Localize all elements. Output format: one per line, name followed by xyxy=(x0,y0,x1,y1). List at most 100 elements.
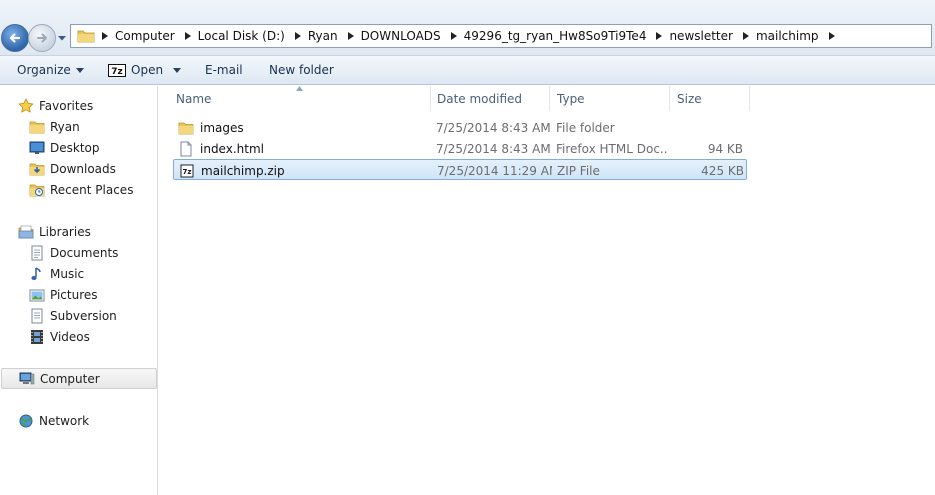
breadcrumb-item[interactable]: newsletter xyxy=(667,29,738,43)
nav-item-label: Pictures xyxy=(50,287,98,302)
breadcrumb-item[interactable]: DOWNLOADS xyxy=(359,29,446,43)
file-size: 425 KB xyxy=(701,163,744,178)
email-button[interactable]: E-mail xyxy=(205,56,243,85)
file-name-cell: images xyxy=(178,117,428,138)
nav-item-downloads[interactable]: Downloads xyxy=(29,158,116,179)
file-type: File folder xyxy=(556,120,615,135)
breadcrumb-separator[interactable] xyxy=(97,25,113,47)
back-arrow-icon xyxy=(9,33,21,43)
open-label: Open xyxy=(131,63,164,77)
nav-computer-label: Computer xyxy=(40,371,100,386)
file-date: 7/25/2014 8:43 AM xyxy=(436,141,551,156)
nav-item-label: Subversion xyxy=(50,308,117,323)
file-name-cell: 7z mailchimp.zip xyxy=(179,160,429,181)
chevron-down-icon xyxy=(75,67,84,73)
html-file-icon xyxy=(180,141,192,156)
folder-icon xyxy=(29,121,45,133)
nav-item-pictures[interactable]: Pictures xyxy=(29,284,98,305)
nav-item-music[interactable]: Music xyxy=(29,263,84,284)
column-date-label: Date modified xyxy=(437,91,523,106)
nav-item-label: Documents xyxy=(50,245,119,260)
address-path[interactable]: Computer Local Disk (D:) Ryan DOWNLOADS 4929… xyxy=(70,24,932,48)
nav-favorites[interactable]: Favorites xyxy=(18,95,93,116)
organize-button[interactable]: Organize xyxy=(17,56,84,85)
downloads-folder-icon xyxy=(29,163,45,175)
nav-libraries[interactable]: Libraries xyxy=(18,221,91,242)
nav-item-desktop[interactable]: Desktop xyxy=(29,137,100,158)
navigation-pane: Favorites Ryan Desktop Downloads Recent … xyxy=(0,86,158,495)
breadcrumb-item[interactable]: Computer xyxy=(113,29,180,43)
chevron-right-icon xyxy=(294,32,301,40)
chevron-right-icon xyxy=(828,32,835,40)
sort-ascending-icon xyxy=(296,86,303,91)
chevron-down-icon xyxy=(173,67,182,73)
chevron-right-icon xyxy=(347,32,354,40)
organize-label: Organize xyxy=(17,63,71,77)
nav-item-videos[interactable]: Videos xyxy=(29,326,90,347)
email-label: E-mail xyxy=(205,63,243,77)
file-size: 94 KB xyxy=(707,141,743,156)
breadcrumb-item[interactable]: mailchimp xyxy=(754,29,824,43)
file-name-cell: index.html xyxy=(178,138,428,159)
column-type-label: Type xyxy=(557,91,585,106)
nav-network[interactable]: Network xyxy=(18,410,89,431)
address-bar-area: Computer Local Disk (D:) Ryan DOWNLOADS 4929… xyxy=(0,0,935,56)
breadcrumb-separator[interactable] xyxy=(651,25,667,47)
breadcrumb-separator[interactable] xyxy=(824,25,840,47)
file-row[interactable]: index.html 7/25/2014 8:43 AM Firefox HTM… xyxy=(173,138,747,159)
svg-text:7z: 7z xyxy=(111,67,123,77)
nav-network-label: Network xyxy=(39,413,90,428)
breadcrumb-separator[interactable] xyxy=(738,25,754,47)
file-row[interactable]: images 7/25/2014 8:43 AM File folder xyxy=(173,117,747,138)
breadcrumb-separator[interactable] xyxy=(290,25,306,47)
breadcrumb-item[interactable]: Local Disk (D:) xyxy=(196,29,290,43)
new-folder-label: New folder xyxy=(269,63,334,77)
file-date: 7/25/2014 8:43 AM xyxy=(436,120,551,135)
nav-item-label: Desktop xyxy=(50,140,100,155)
nav-item-label: Videos xyxy=(50,329,90,344)
breadcrumb-separator[interactable] xyxy=(343,25,359,47)
zip-file-icon: 7z xyxy=(180,164,194,177)
recent-pages-dropdown-icon[interactable] xyxy=(56,32,68,44)
file-name: index.html xyxy=(200,141,264,156)
nav-item-subversion[interactable]: Subversion xyxy=(29,305,117,326)
forward-button[interactable] xyxy=(28,24,56,52)
chevron-right-icon xyxy=(742,32,749,40)
nav-computer[interactable]: Computer xyxy=(1,368,157,389)
nav-item-ryan[interactable]: Ryan xyxy=(29,116,80,137)
chevron-right-icon xyxy=(656,32,663,40)
breadcrumb-separator[interactable] xyxy=(180,25,196,47)
file-type: Firefox HTML Doc... xyxy=(556,141,668,156)
folder-icon xyxy=(77,30,95,43)
column-header-type[interactable]: Type xyxy=(550,86,670,111)
forward-arrow-icon xyxy=(37,33,47,43)
column-header-date[interactable]: Date modified xyxy=(430,86,550,111)
column-header-size[interactable]: Size xyxy=(670,86,750,111)
film-strip-icon xyxy=(31,329,43,344)
nav-item-label: Music xyxy=(50,266,85,281)
file-name: images xyxy=(200,120,244,135)
column-name-label: Name xyxy=(176,91,212,106)
file-size xyxy=(673,117,743,138)
file-row-selected[interactable]: 7z mailchimp.zip 7/25/2014 11:29 AM ZIP … xyxy=(173,159,747,180)
nav-favorites-label: Favorites xyxy=(39,98,94,113)
open-button[interactable]: 7z Open xyxy=(108,56,182,85)
nav-item-documents[interactable]: Documents xyxy=(29,242,118,263)
breadcrumb-separator[interactable] xyxy=(446,25,462,47)
folder-icon xyxy=(178,122,194,134)
chevron-right-icon xyxy=(450,32,457,40)
file-list: Name Date modified Type Size images 7/25… xyxy=(159,86,935,495)
column-size-label: Size xyxy=(677,91,702,106)
back-button[interactable] xyxy=(1,24,29,52)
recent-places-icon xyxy=(29,184,45,196)
nav-item-recent-places[interactable]: Recent Places xyxy=(29,179,133,200)
breadcrumb-item[interactable]: Ryan xyxy=(306,29,343,43)
column-header-row: Name Date modified Type Size xyxy=(159,86,935,111)
pictures-icon xyxy=(29,289,45,301)
nav-item-label: Downloads xyxy=(50,161,116,176)
breadcrumb-item[interactable]: 49296_tg_ryan_Hw8So9Ti9Te4 xyxy=(462,29,652,43)
7zip-icon: 7z xyxy=(108,63,126,77)
svg-text:7z: 7z xyxy=(183,168,192,176)
nav-libraries-label: Libraries xyxy=(39,224,91,239)
new-folder-button[interactable]: New folder xyxy=(269,56,334,85)
